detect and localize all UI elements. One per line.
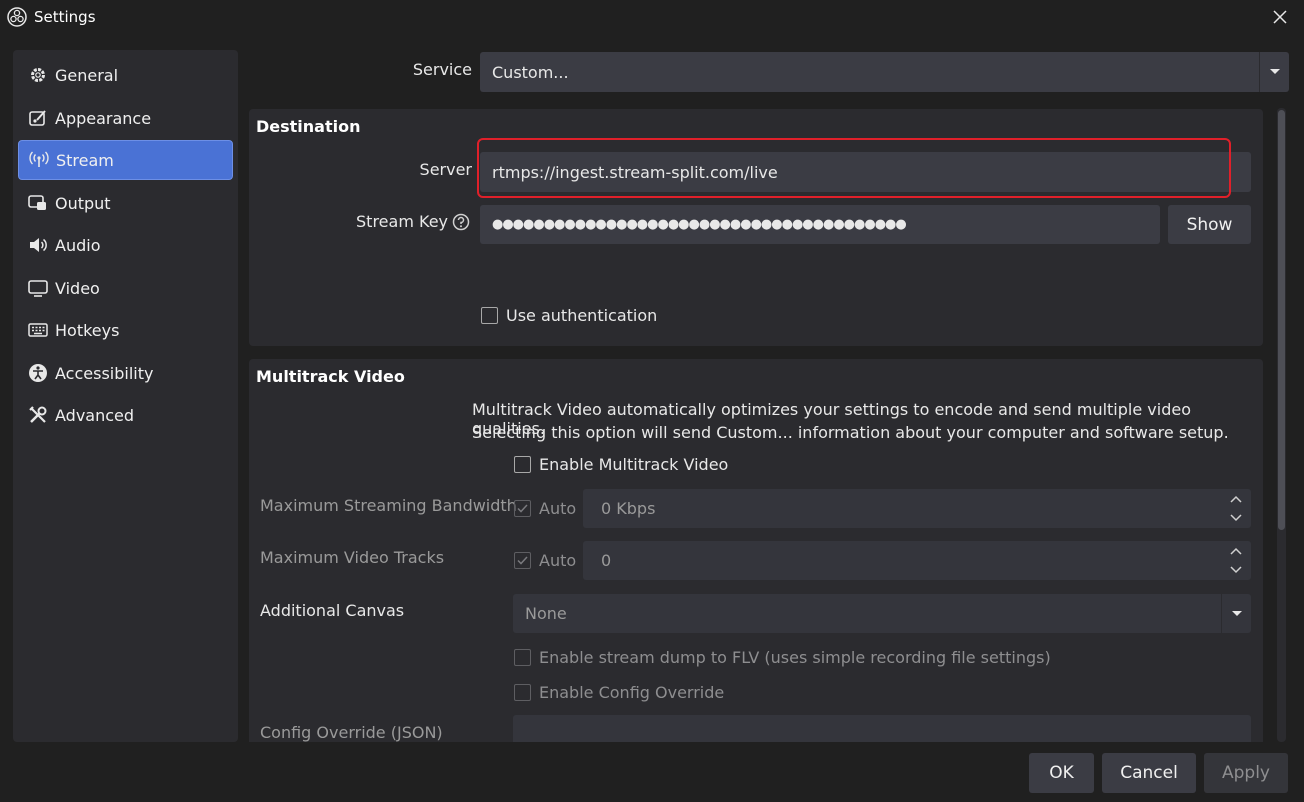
max-bandwidth-value: 0 Kbps bbox=[601, 499, 656, 518]
service-value: Custom... bbox=[492, 62, 569, 82]
sidebar-item-accessibility[interactable]: Accessibility bbox=[18, 353, 233, 393]
window-title: Settings bbox=[34, 8, 96, 26]
sidebar-item-output[interactable]: Output bbox=[18, 183, 233, 223]
tracks-auto-checkbox[interactable] bbox=[514, 552, 531, 569]
config-override-label: Enable Config Override bbox=[539, 683, 725, 702]
enable-multitrack-checkbox[interactable] bbox=[514, 456, 531, 473]
checkmark-icon bbox=[517, 556, 528, 565]
stream-dump-label: Enable stream dump to FLV (uses simple r… bbox=[539, 648, 1051, 667]
stream-settings-panel: Service Custom... Destination Server rtm… bbox=[249, 50, 1289, 742]
use-authentication-label: Use authentication bbox=[506, 306, 658, 325]
speaker-icon bbox=[27, 234, 49, 256]
multitrack-title: Multitrack Video bbox=[256, 367, 405, 386]
help-icon[interactable] bbox=[452, 213, 470, 231]
server-highlight-box bbox=[477, 138, 1231, 198]
antenna-icon bbox=[28, 149, 50, 171]
additional-canvas-label: Additional Canvas bbox=[260, 601, 405, 620]
sidebar-item-label: Advanced bbox=[55, 405, 135, 425]
accessibility-icon bbox=[27, 362, 49, 384]
sidebar-item-label: Stream bbox=[56, 150, 114, 170]
config-override-json-label: Config Override (JSON) bbox=[260, 723, 443, 742]
show-button[interactable]: Show bbox=[1168, 205, 1251, 244]
sidebar-item-audio[interactable]: Audio bbox=[18, 225, 233, 265]
apply-button[interactable]: Apply bbox=[1204, 753, 1288, 793]
chevron-down-icon bbox=[1221, 594, 1251, 633]
sidebar-item-stream[interactable]: Stream bbox=[18, 140, 233, 180]
gear-icon bbox=[27, 64, 49, 86]
sidebar-item-hotkeys[interactable]: Hotkeys bbox=[18, 310, 233, 350]
chevron-up-icon[interactable] bbox=[1221, 489, 1251, 509]
max-video-tracks-value: 0 bbox=[601, 551, 612, 570]
stream-dump-checkbox[interactable] bbox=[514, 649, 531, 666]
chevron-up-icon[interactable] bbox=[1221, 541, 1251, 561]
sidebar-item-video[interactable]: Video bbox=[18, 268, 233, 308]
bandwidth-auto-checkbox[interactable] bbox=[514, 500, 531, 517]
stream-key-value: ●●●●●●●●●●●●●●●●●●●●●●●●●●●●●●●●●●●●●●●● bbox=[492, 217, 907, 232]
service-label: Service bbox=[412, 60, 472, 79]
scroll-thumb[interactable] bbox=[1278, 110, 1285, 530]
service-dropdown[interactable]: Custom... bbox=[480, 52, 1289, 92]
sidebar-item-label: Audio bbox=[55, 235, 101, 255]
max-bandwidth-label: Maximum Streaming Bandwidth bbox=[260, 496, 517, 515]
checkmark-icon bbox=[517, 504, 528, 513]
title-bar: Settings bbox=[0, 0, 1304, 34]
multitrack-description-2: Selecting this option will send Custom..… bbox=[472, 423, 1229, 442]
sidebar-item-label: Accessibility bbox=[55, 363, 154, 383]
monitor-icon bbox=[27, 277, 49, 299]
wrench-icon bbox=[27, 404, 49, 426]
settings-sidebar: General Appearance Stream Output Audio V… bbox=[13, 50, 238, 742]
max-video-tracks-spinbox[interactable]: 0 bbox=[583, 541, 1251, 580]
obs-logo-icon bbox=[7, 7, 27, 27]
destination-group: Destination Server rtmps://ingest.stream… bbox=[249, 109, 1263, 346]
config-override-json-textarea[interactable] bbox=[513, 715, 1251, 742]
multitrack-video-group: Multitrack Video Multitrack Video automa… bbox=[249, 359, 1263, 742]
max-video-tracks-label: Maximum Video Tracks bbox=[260, 548, 445, 567]
appearance-icon bbox=[27, 107, 49, 129]
cancel-button[interactable]: Cancel bbox=[1102, 753, 1196, 793]
chevron-down-icon[interactable] bbox=[1221, 509, 1251, 529]
chevron-down-icon bbox=[1259, 52, 1289, 92]
sidebar-item-label: Video bbox=[55, 278, 100, 298]
additional-canvas-value: None bbox=[525, 604, 567, 623]
stream-key-label: Stream Key bbox=[356, 212, 448, 231]
bandwidth-auto-label: Auto bbox=[539, 499, 577, 518]
chevron-down-icon[interactable] bbox=[1221, 561, 1251, 581]
enable-multitrack-label: Enable Multitrack Video bbox=[539, 455, 729, 474]
sidebar-item-label: Appearance bbox=[55, 108, 152, 128]
sidebar-item-label: Output bbox=[55, 193, 111, 213]
sidebar-item-appearance[interactable]: Appearance bbox=[18, 98, 233, 138]
use-authentication-checkbox[interactable] bbox=[481, 307, 498, 324]
destination-title: Destination bbox=[256, 117, 361, 136]
config-override-checkbox[interactable] bbox=[514, 684, 531, 701]
keyboard-icon bbox=[27, 319, 49, 341]
sidebar-item-general[interactable]: General bbox=[18, 55, 233, 95]
content-scrollbar[interactable] bbox=[1277, 108, 1286, 742]
max-bandwidth-spinbox[interactable]: 0 Kbps bbox=[583, 489, 1251, 528]
server-label: Server bbox=[419, 160, 472, 179]
output-icon bbox=[27, 192, 49, 214]
sidebar-item-advanced[interactable]: Advanced bbox=[18, 395, 233, 435]
close-icon[interactable] bbox=[1270, 7, 1290, 27]
ok-button[interactable]: OK bbox=[1029, 753, 1094, 793]
sidebar-item-label: General bbox=[55, 65, 119, 85]
stream-key-input[interactable]: ●●●●●●●●●●●●●●●●●●●●●●●●●●●●●●●●●●●●●●●● bbox=[480, 205, 1160, 244]
additional-canvas-dropdown[interactable]: None bbox=[513, 594, 1251, 633]
sidebar-item-label: Hotkeys bbox=[55, 320, 120, 340]
tracks-auto-label: Auto bbox=[539, 551, 577, 570]
